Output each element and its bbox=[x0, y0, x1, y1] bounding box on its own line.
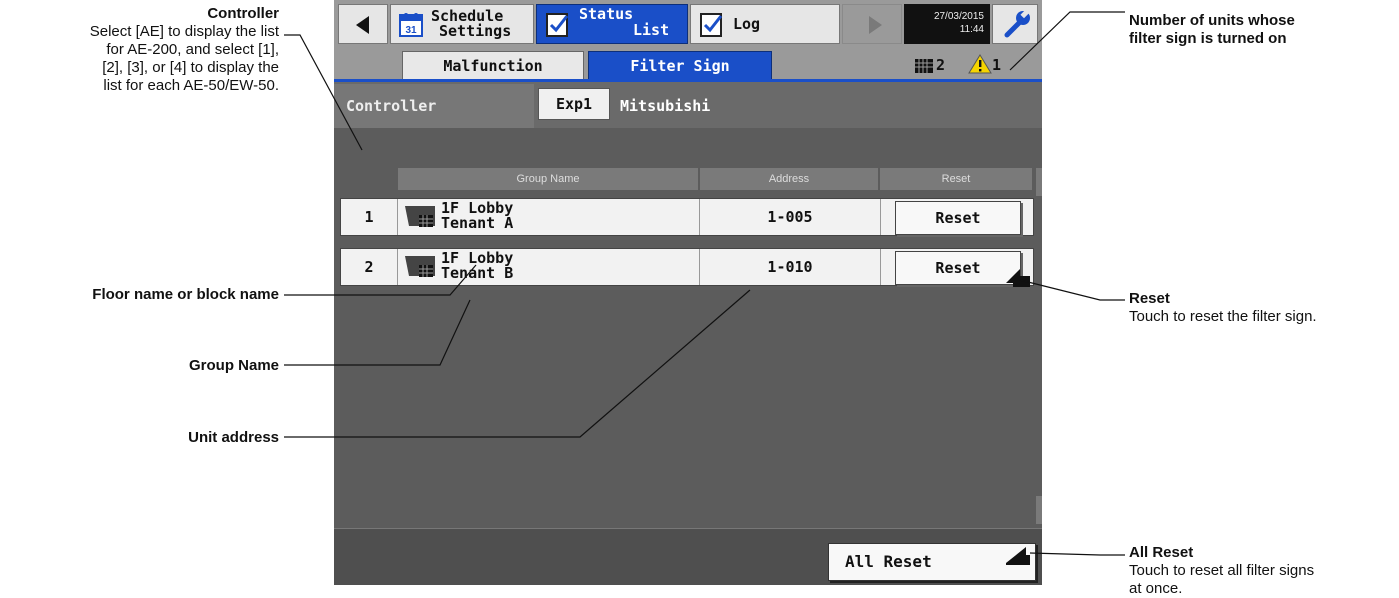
group-label: Tenant B bbox=[441, 264, 514, 282]
controller-select-button[interactable]: Exp1 bbox=[538, 88, 610, 120]
reset-button[interactable]: Reset bbox=[895, 201, 1021, 235]
unit-address-annotation-text: Unit address bbox=[188, 429, 279, 446]
back-arrow-icon bbox=[356, 16, 369, 34]
datetime-display: 27/03/2015 11:44 bbox=[904, 4, 990, 44]
calendar-icon: 31 bbox=[399, 13, 423, 37]
all-reset-annotation: All Reset Touch to reset all filter sign… bbox=[1129, 544, 1391, 598]
status-list-button[interactable]: Status List bbox=[536, 4, 688, 44]
forward-button[interactable] bbox=[842, 4, 902, 44]
controller-annotation-title: Controller bbox=[207, 5, 279, 22]
scroll-down-icon bbox=[1036, 496, 1042, 524]
all-reset-annotation-line1: Touch to reset all filter signs bbox=[1129, 562, 1315, 579]
tab-malfunction[interactable]: Malfunction bbox=[402, 51, 584, 80]
all-reset-annotation-title: All Reset bbox=[1129, 544, 1194, 561]
controller-annotation-line4: list for each AE-50/EW-50. bbox=[103, 77, 279, 94]
all-reset-label: All Reset bbox=[845, 552, 932, 571]
unit-address-annotation: Unit address bbox=[0, 429, 279, 447]
back-button[interactable] bbox=[338, 4, 388, 44]
tab-row: Malfunction Filter Sign 2 1 bbox=[334, 48, 1042, 80]
time-text: 11:44 bbox=[959, 24, 984, 35]
table-row: 1 1F Lobby Tenant A 1-005 Reset bbox=[340, 198, 1034, 236]
table-row: 2 1F Lobby Tenant B 1-010 Reset bbox=[340, 248, 1034, 286]
group-name-annotation: Group Name bbox=[0, 357, 279, 375]
wrench-icon bbox=[1004, 9, 1030, 38]
controller-annotation-line2: for AE-200, and select [1], bbox=[106, 41, 279, 58]
group-unit-icon bbox=[405, 206, 435, 227]
controller-screen: 31 Schedule Settings Status List Log 27/… bbox=[334, 0, 1042, 585]
scroll-down-button[interactable] bbox=[1036, 496, 1042, 524]
group-name: 1F Lobby Tenant A bbox=[441, 201, 513, 231]
all-reset-annotation-line2: at once. bbox=[1129, 580, 1183, 597]
reset-annotation-desc: Touch to reset the filter sign. bbox=[1129, 308, 1317, 325]
unit-address: 1-010 bbox=[699, 249, 881, 285]
pointer-arrow-icon bbox=[1006, 547, 1030, 565]
filter-grid-icon bbox=[915, 59, 933, 73]
reset-button[interactable]: Reset bbox=[895, 251, 1021, 285]
scroll-up-icon bbox=[1036, 168, 1042, 196]
callout-line-all-reset bbox=[1029, 552, 1125, 556]
schedule-label-line2: Settings bbox=[439, 22, 512, 40]
bottom-bar: All Reset bbox=[334, 528, 1042, 585]
filter-count: 2 bbox=[936, 56, 946, 74]
group-name-annotation-text: Group Name bbox=[188, 357, 279, 374]
warning-count: 1 bbox=[992, 56, 1002, 74]
controller-annotation: Controller Select [AE] to display the li… bbox=[0, 5, 279, 95]
log-label: Log bbox=[733, 15, 761, 33]
header-reset: Reset bbox=[880, 168, 1032, 190]
group-label: Tenant A bbox=[441, 214, 514, 232]
log-icon bbox=[700, 13, 723, 37]
schedule-settings-button[interactable]: 31 Schedule Settings bbox=[390, 4, 534, 44]
checklist-icon bbox=[546, 13, 569, 37]
log-button[interactable]: Log bbox=[690, 4, 840, 44]
units-count-annotation-line2: filter sign is turned on bbox=[1129, 30, 1287, 47]
status-label-line1: Status bbox=[579, 5, 634, 23]
tab-filter-sign[interactable]: Filter Sign bbox=[588, 51, 772, 80]
top-menu-bar: 31 Schedule Settings Status List Log 27/… bbox=[334, 0, 1042, 48]
reset-annotation-title: Reset bbox=[1129, 290, 1170, 307]
header-group-name: Group Name bbox=[398, 168, 698, 190]
reset-annotation: Reset Touch to reset the filter sign. bbox=[1129, 290, 1395, 326]
row-number: 1 bbox=[341, 199, 398, 235]
units-count-annotation: Number of units whose filter sign is tur… bbox=[1129, 12, 1389, 48]
unit-address: 1-005 bbox=[699, 199, 881, 235]
floor-name-annotation-text: Floor name or block name bbox=[92, 286, 279, 303]
warning-icon bbox=[968, 54, 992, 74]
units-count-annotation-line1: Number of units whose bbox=[1129, 12, 1295, 29]
group-unit-icon bbox=[405, 256, 435, 277]
filter-sign-list: Group Name Address Reset 1 1F Lobby Tena… bbox=[334, 128, 1042, 528]
group-name: 1F Lobby Tenant B bbox=[441, 251, 513, 281]
forward-arrow-icon bbox=[869, 16, 882, 34]
pointer-arrow-icon bbox=[1006, 269, 1030, 287]
controller-annotation-line1: Select [AE] to display the list bbox=[89, 23, 279, 40]
row-number: 2 bbox=[341, 249, 398, 285]
floor-name-annotation: Floor name or block name bbox=[0, 286, 279, 304]
controller-label: Controller bbox=[334, 84, 534, 128]
svg-text:31: 31 bbox=[405, 25, 417, 36]
controller-name: Mitsubishi bbox=[620, 97, 711, 115]
status-label-line2: List bbox=[633, 21, 670, 39]
date-text: 27/03/2015 bbox=[933, 11, 984, 22]
controller-annotation-line3: [2], [3], or [4] to display the bbox=[102, 59, 279, 76]
scroll-up-button[interactable] bbox=[1036, 168, 1042, 196]
settings-tool-button[interactable] bbox=[992, 4, 1038, 44]
header-address: Address bbox=[700, 168, 878, 190]
controller-row: Controller Exp1 Mitsubishi bbox=[334, 82, 1042, 128]
